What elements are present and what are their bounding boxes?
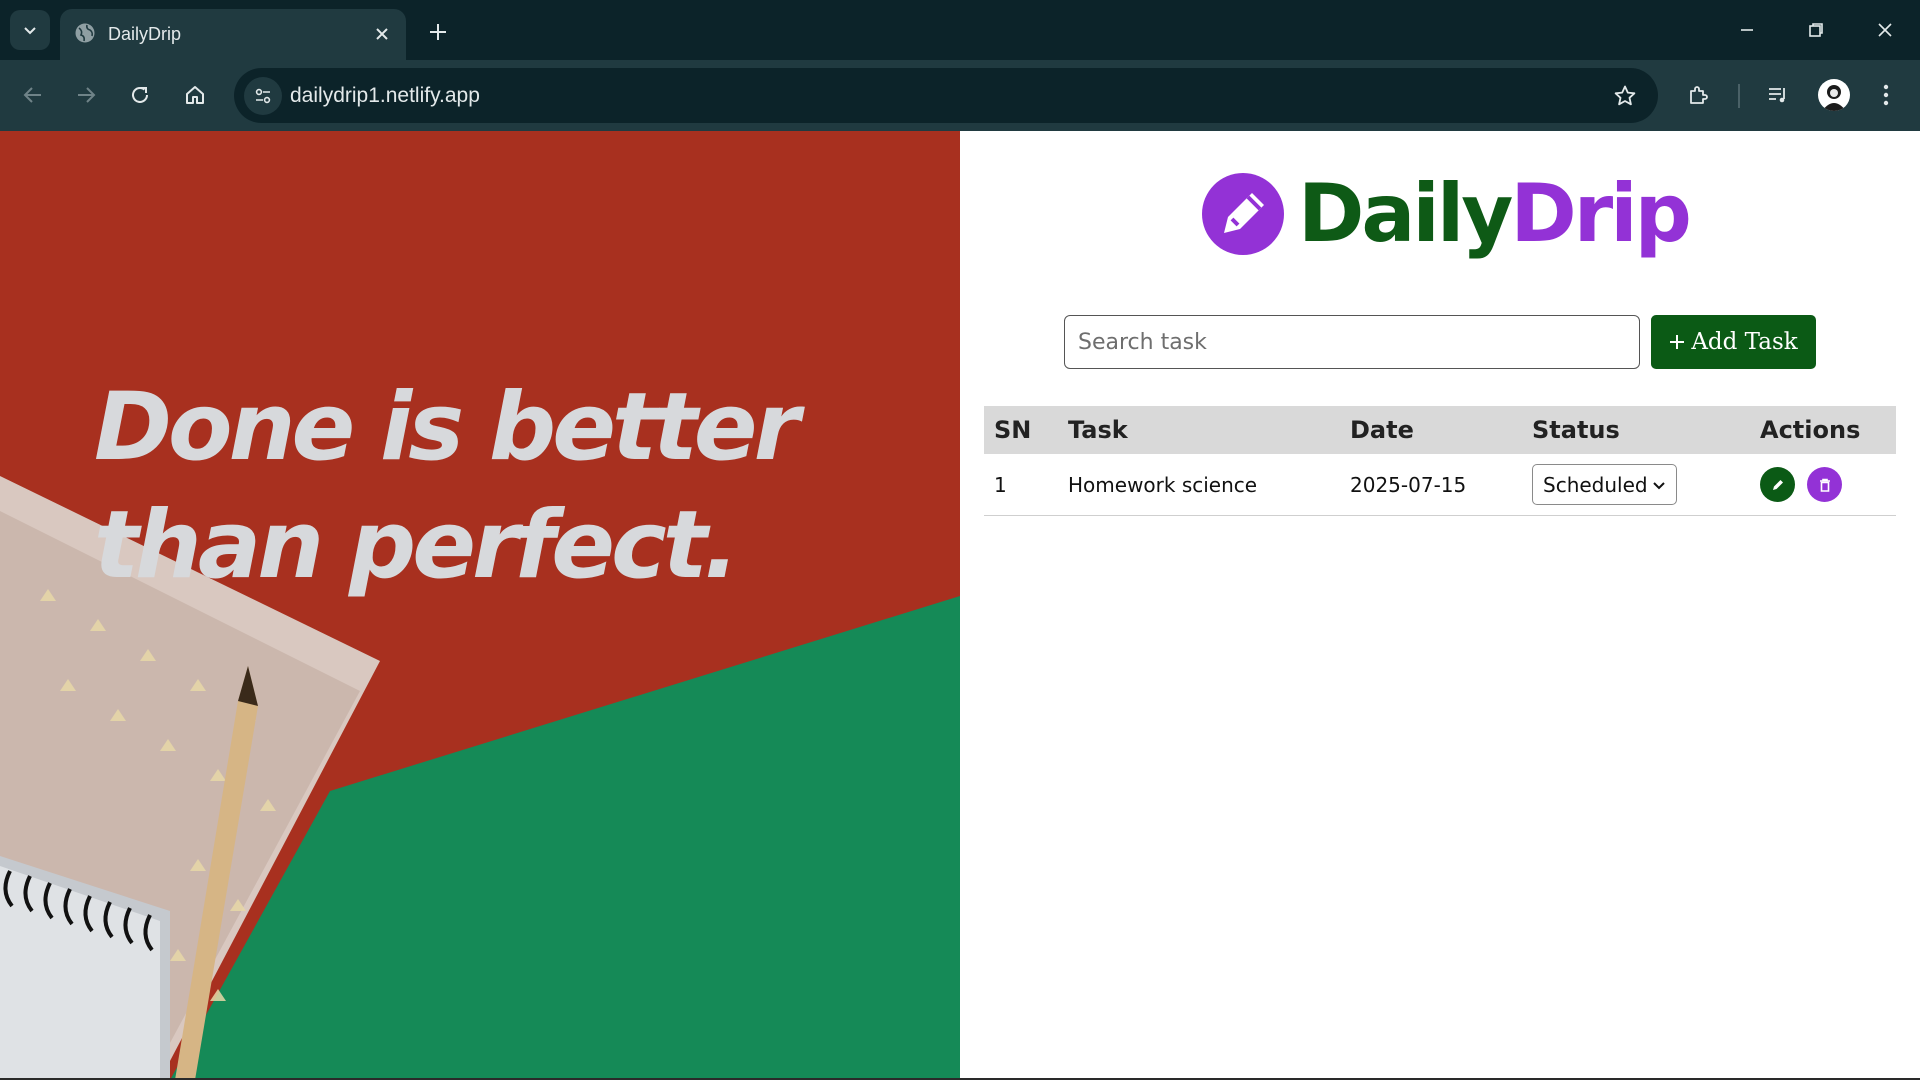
hero-image: Done is better than perfect.: [0, 131, 960, 1080]
trash-icon: [1819, 478, 1830, 492]
restore-icon: [1809, 23, 1823, 37]
page-content: Done is better than perfect. DailyDrip A…: [0, 131, 1920, 1080]
chevron-down-icon: [24, 27, 36, 35]
hero-quote-line1: Done is better: [94, 373, 800, 482]
add-task-button[interactable]: Add Task: [1651, 315, 1816, 369]
close-icon: [1878, 23, 1892, 37]
profile-avatar[interactable]: [1818, 79, 1850, 111]
search-task-input[interactable]: [1064, 315, 1640, 369]
row-actions: [1750, 467, 1896, 502]
hero-quote: Done is better than perfect.: [94, 369, 914, 605]
brand-name-part2: Drip: [1510, 167, 1692, 260]
delete-task-button[interactable]: [1807, 467, 1843, 502]
bookmark-button[interactable]: [1610, 81, 1640, 111]
toolbar-divider: [1738, 84, 1740, 108]
status-value: Scheduled: [1543, 472, 1648, 497]
browser-toolbar: dailydrip1.netlify.app: [0, 60, 1920, 131]
menu-icon: [1883, 84, 1889, 106]
restore-button[interactable]: [1793, 10, 1839, 50]
browser-tab[interactable]: DailyDrip: [60, 9, 406, 60]
reload-button[interactable]: [120, 75, 160, 115]
media-icon: [1769, 88, 1785, 103]
pencil-icon: [1772, 479, 1783, 490]
new-tab-button[interactable]: [422, 16, 454, 48]
site-settings-button[interactable]: [244, 77, 282, 115]
pencil-logo-icon: [1202, 173, 1284, 255]
table-header: SN Task Date Status Actions: [984, 406, 1896, 454]
table-row: 1 Homework science 2025-07-15 Scheduled: [984, 454, 1896, 516]
task-table: SN Task Date Status Actions 1 Homework s…: [984, 406, 1896, 516]
minimize-button[interactable]: [1724, 10, 1770, 50]
hero-illustration: [0, 131, 960, 1080]
add-task-label: Add Task: [1691, 329, 1798, 355]
row-status-cell: Scheduled: [1522, 464, 1750, 505]
back-button[interactable]: [13, 75, 53, 115]
star-icon: [1614, 85, 1636, 106]
globe-icon: [75, 23, 95, 43]
minimize-icon: [1741, 29, 1753, 31]
home-button[interactable]: [175, 75, 215, 115]
back-icon: [23, 87, 41, 103]
extensions-button[interactable]: [1679, 75, 1719, 115]
forward-button[interactable]: [66, 75, 106, 115]
forward-icon: [78, 87, 96, 103]
chevron-down-icon: [1653, 481, 1665, 489]
brand-name-part1: Daily: [1298, 167, 1513, 260]
header-actions: Actions: [1760, 416, 1861, 444]
header-task: Task: [1068, 416, 1128, 444]
pencil-icon: [1224, 193, 1264, 233]
browser-tabstrip: DailyDrip: [0, 0, 1920, 60]
site-settings-icon: [255, 88, 271, 104]
extensions-icon: [1690, 86, 1708, 104]
close-tab-button[interactable]: [370, 22, 394, 46]
hero-quote-line2: than perfect.: [94, 491, 739, 600]
row-date: 2025-07-15: [1350, 472, 1467, 497]
row-task: Homework science: [1068, 472, 1258, 497]
reload-icon: [132, 86, 148, 103]
close-window-button[interactable]: [1862, 10, 1908, 50]
edit-task-button[interactable]: [1760, 467, 1795, 502]
browser-menu-button[interactable]: [1866, 75, 1906, 115]
header-status: Status: [1532, 416, 1620, 444]
header-sn: SN: [994, 416, 1032, 444]
tab-search-button[interactable]: [10, 10, 50, 50]
tab-title: DailyDrip: [108, 24, 182, 44]
profile-icon: [1822, 85, 1846, 111]
brand-name: DailyDrip: [1298, 167, 1692, 260]
close-icon: [376, 28, 388, 40]
home-icon: [186, 86, 204, 104]
address-bar[interactable]: dailydrip1.netlify.app: [234, 68, 1658, 123]
todo-app: DailyDrip Add Task SN Task Date Status A…: [960, 131, 1920, 1080]
header-date: Date: [1350, 416, 1414, 444]
status-select[interactable]: Scheduled: [1532, 464, 1677, 505]
brand-logo: DailyDrip: [1202, 167, 1692, 260]
row-sn: 1: [994, 472, 1007, 497]
url-text[interactable]: dailydrip1.netlify.app: [290, 82, 480, 110]
media-controls-button[interactable]: [1758, 75, 1798, 115]
plus-icon: [1670, 335, 1685, 349]
plus-icon: [430, 24, 446, 40]
